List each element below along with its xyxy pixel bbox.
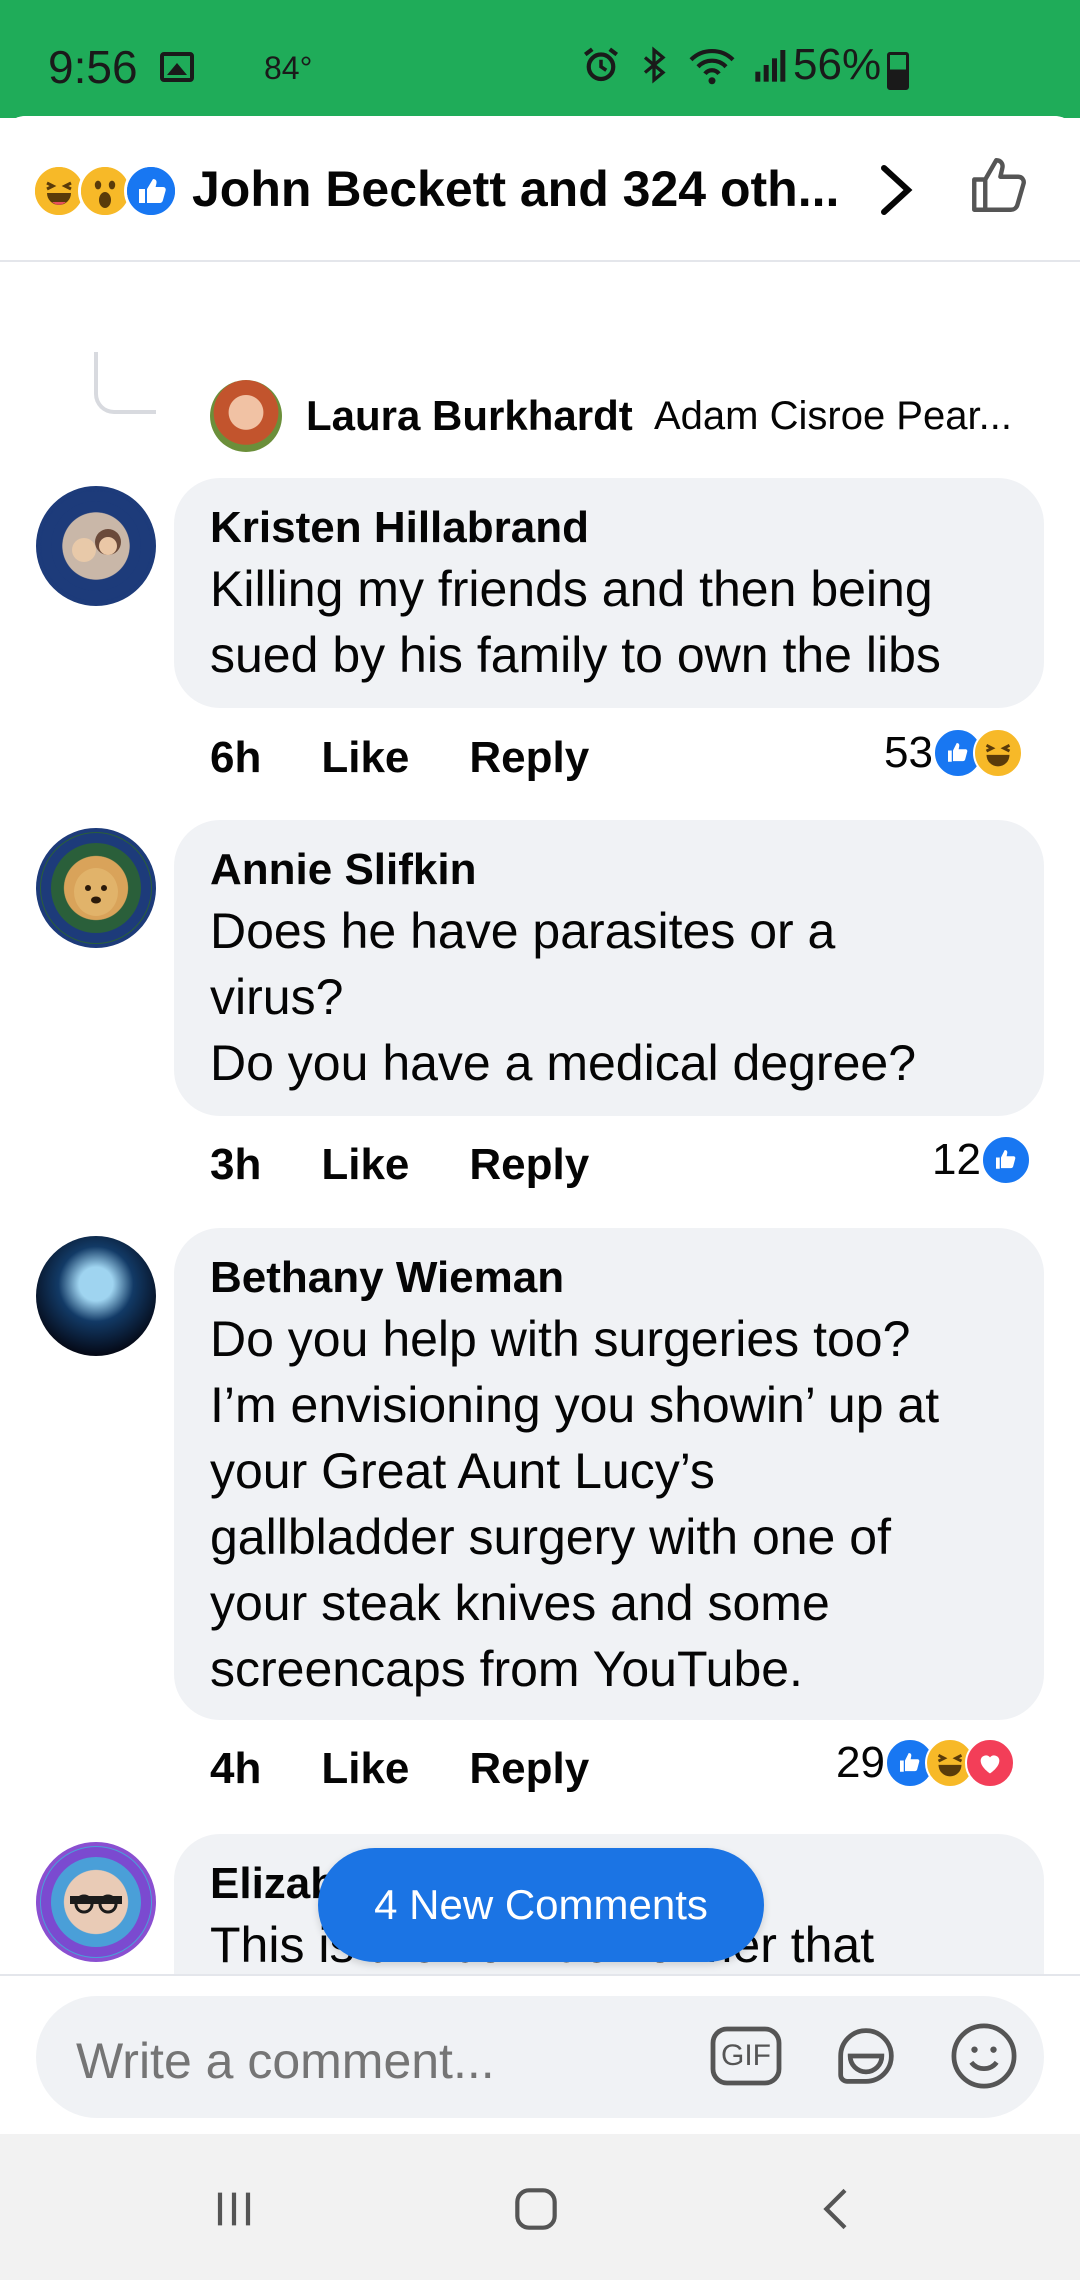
avatar[interactable] <box>36 1842 156 1962</box>
avatar[interactable] <box>36 1236 156 1356</box>
comment-author[interactable]: Annie Slifkin <box>210 842 1008 898</box>
comment-text: Killing my friends and then being sued b… <box>210 561 941 683</box>
sticker-button[interactable] <box>826 2016 906 2096</box>
avatar-badge-ring <box>41 1847 151 1957</box>
comment-actions: 6h Like Reply <box>210 733 589 783</box>
like-reaction-icon <box>124 164 178 218</box>
reply-button[interactable]: Reply <box>469 733 589 783</box>
reaction-count: 29 <box>836 1738 885 1787</box>
like-reaction-icon <box>980 1135 1031 1185</box>
reply-snippet: Adam Cisroe Pear... <box>654 394 1012 438</box>
recent-apps-icon <box>217 2192 251 2226</box>
recent-apps-button[interactable] <box>184 2174 284 2244</box>
comment-actions: 3h Like Reply <box>210 1140 589 1190</box>
comment-bubble[interactable]: Kristen Hillabrand Killing my friends an… <box>174 478 1044 708</box>
reaction-count: 12 <box>932 1135 981 1184</box>
reaction-summary[interactable]: 29 <box>836 1738 1015 1788</box>
signal-icon <box>755 50 786 82</box>
system-navigation-bar <box>0 2134 1080 2280</box>
reactions-summary-title[interactable]: John Beckett and 324 oth... <box>192 160 839 218</box>
reaction-summary[interactable]: 12 <box>932 1135 1031 1185</box>
home-icon <box>515 2188 557 2230</box>
reaction-summary[interactable]: 53 <box>884 728 1023 778</box>
avatar[interactable] <box>36 828 156 948</box>
gif-label: GIF <box>721 2039 771 2072</box>
comment-bubble[interactable]: Bethany Wieman Do you help with surgerie… <box>174 1228 1044 1720</box>
status-icons <box>580 44 792 86</box>
like-outline-icon[interactable] <box>966 152 1032 218</box>
comment-bubble[interactable]: Annie Slifkin Does he have parasites or … <box>174 820 1044 1116</box>
status-bar: 9:56 84° 56% <box>0 0 1080 118</box>
like-button[interactable]: Like <box>321 1744 409 1794</box>
home-button[interactable] <box>486 2174 586 2244</box>
like-button[interactable]: Like <box>321 733 409 783</box>
comments-sheet: John Beckett and 324 oth... Laura Burkha… <box>0 116 1080 1996</box>
status-temperature: 84° <box>264 50 313 86</box>
reaction-count: 53 <box>884 728 933 777</box>
comment-composer[interactable]: GIF <box>36 1996 1044 2118</box>
comment-time: 4h <box>210 1744 262 1793</box>
haha-reaction-icon <box>972 728 1023 778</box>
reply-button[interactable]: Reply <box>469 1744 589 1794</box>
sticker-icon <box>838 2028 894 2084</box>
wifi-icon <box>689 49 735 85</box>
gif-button[interactable]: GIF <box>706 2016 786 2096</box>
avatar[interactable] <box>36 486 156 606</box>
battery-icon <box>887 52 909 90</box>
reply-thread-line <box>94 352 156 414</box>
emoji-button[interactable] <box>944 2016 1024 2096</box>
comment-author[interactable]: Bethany Wieman <box>210 1250 1008 1306</box>
avatar[interactable] <box>210 380 282 452</box>
comment-text: Do you help with surgeries too? I’m envi… <box>210 1311 940 1697</box>
reply-preview[interactable]: Laura Burkhardt Adam Cisroe Pear... <box>0 352 1080 462</box>
like-button[interactable]: Like <box>321 1140 409 1190</box>
comment-time: 3h <box>210 1140 262 1189</box>
avatar-badge-ring <box>41 833 151 943</box>
reply-author-name[interactable]: Laura Burkhardt <box>306 392 633 440</box>
battery-percent: 56% <box>793 40 882 89</box>
back-icon <box>823 2188 847 2230</box>
comment-input[interactable] <box>76 2032 696 2090</box>
status-time: 9:56 <box>48 41 138 93</box>
comment-author[interactable]: Kristen Hillabrand <box>210 500 1008 556</box>
new-comments-button[interactable]: 4 New Comments <box>318 1848 764 1962</box>
reply-button[interactable]: Reply <box>469 1140 589 1190</box>
comment-actions: 4h Like Reply <box>210 1744 589 1794</box>
comment-time: 6h <box>210 733 262 782</box>
back-button[interactable] <box>788 2174 888 2244</box>
love-reaction-icon <box>964 1738 1015 1788</box>
gallery-icon <box>160 52 194 82</box>
reactions-header[interactable]: John Beckett and 324 oth... <box>0 116 1080 262</box>
comment-text: Does he have parasites or a virus? Do yo… <box>210 903 917 1091</box>
alarm-icon <box>583 47 619 82</box>
comments-list[interactable]: Laura Burkhardt Adam Cisroe Pear... Kris… <box>0 262 1080 1996</box>
header-reaction-icons <box>32 164 182 218</box>
avatar-badge-ring <box>41 491 151 601</box>
comment-composer-bar: GIF <box>0 1974 1080 2136</box>
chevron-right-icon[interactable] <box>874 162 918 218</box>
emoji-icon <box>951 2023 1017 2089</box>
bluetooth-icon <box>643 46 666 84</box>
